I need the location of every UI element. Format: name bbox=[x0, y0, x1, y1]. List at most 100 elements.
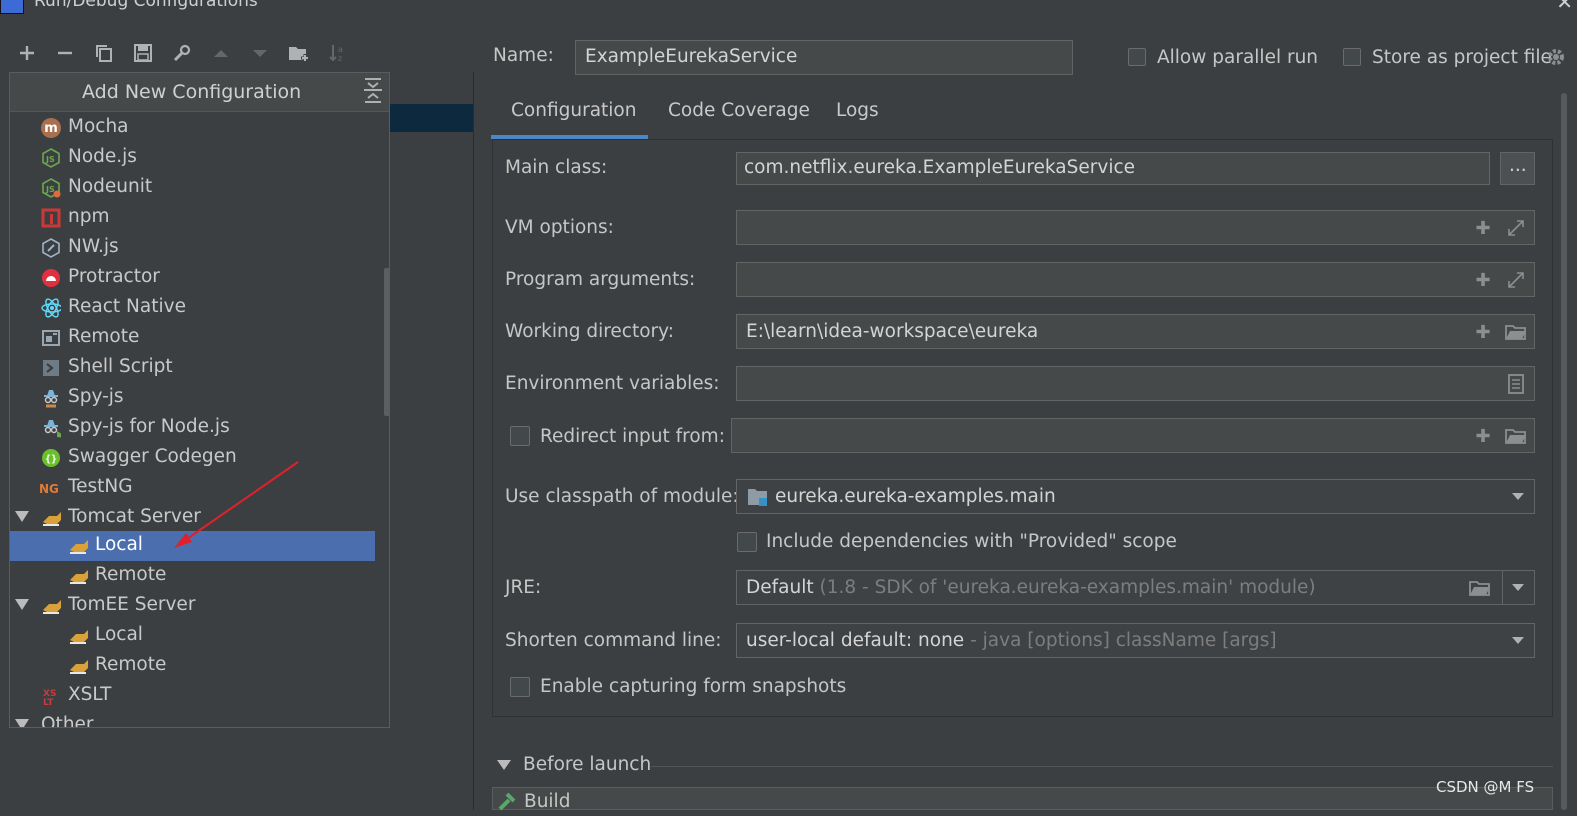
jre-value-text: Default (1.8 - SDK of 'eureka.eureka-exa… bbox=[746, 577, 1316, 598]
name-label: Name: bbox=[493, 45, 554, 66]
shell-script-icon bbox=[41, 358, 61, 378]
before-launch-task-list[interactable]: Build bbox=[492, 787, 1553, 812]
browse-button-label: ... bbox=[1509, 155, 1527, 176]
tab-configuration[interactable]: Configuration bbox=[511, 100, 636, 138]
remote-icon bbox=[41, 328, 61, 348]
chevron-down-icon[interactable] bbox=[1512, 584, 1524, 591]
app-icon bbox=[0, 0, 24, 14]
pane-divider[interactable] bbox=[473, 72, 474, 810]
jre-select[interactable]: Default (1.8 - SDK of 'eureka.eureka-exa… bbox=[736, 570, 1535, 605]
main-class-field[interactable]: com.netflix.eureka.ExampleEurekaService bbox=[736, 152, 1490, 185]
right-scrollbar[interactable] bbox=[1561, 93, 1567, 810]
redirect-input-label: Redirect input from: bbox=[540, 426, 725, 447]
sort-icon[interactable]: az bbox=[325, 40, 351, 66]
redirect-input-checkbox[interactable] bbox=[510, 426, 530, 446]
folder-icon[interactable] bbox=[1505, 321, 1527, 343]
spyjs-icon bbox=[41, 388, 61, 408]
item-label: Mocha bbox=[68, 116, 129, 137]
config-type-mocha[interactable]: m Mocha bbox=[10, 113, 375, 143]
config-type-react-native[interactable]: React Native bbox=[10, 293, 375, 323]
build-task-label: Build bbox=[524, 791, 571, 812]
allow-parallel-checkbox[interactable] bbox=[1128, 48, 1146, 66]
config-type-testng[interactable]: NG TestNG bbox=[10, 473, 375, 503]
before-launch-expand-icon[interactable] bbox=[497, 760, 511, 770]
item-label: TestNG bbox=[68, 476, 133, 497]
config-type-tomee-local[interactable]: Local bbox=[10, 621, 375, 651]
document-icon[interactable] bbox=[1505, 373, 1527, 395]
store-project-file-checkbox[interactable] bbox=[1343, 48, 1361, 66]
nodeunit-icon: JS bbox=[41, 178, 61, 198]
before-launch-label: Before launch bbox=[523, 754, 652, 775]
react-icon bbox=[41, 298, 61, 318]
main-class-value: com.netflix.eureka.ExampleEurekaService bbox=[744, 157, 1136, 178]
program-arguments-field[interactable]: ✚ bbox=[736, 262, 1535, 297]
config-type-other[interactable]: Other bbox=[10, 711, 375, 727]
working-directory-label: Working directory: bbox=[505, 321, 674, 342]
name-field[interactable]: ExampleEurekaService bbox=[575, 40, 1073, 75]
add-icon[interactable]: ✚ bbox=[1472, 425, 1494, 447]
classpath-module-select[interactable]: eureka.eureka-examples.main bbox=[736, 479, 1535, 514]
environment-variables-field[interactable] bbox=[736, 366, 1535, 401]
include-dependencies-checkbox[interactable] bbox=[737, 532, 757, 552]
classpath-module-value: eureka.eureka-examples.main bbox=[775, 486, 1056, 507]
shorten-command-line-select[interactable]: user-local default: none - java [options… bbox=[736, 623, 1535, 658]
move-up-icon[interactable] bbox=[208, 40, 234, 66]
main-class-browse-button[interactable]: ... bbox=[1500, 152, 1535, 185]
move-down-icon[interactable] bbox=[247, 40, 273, 66]
config-type-tomee-remote[interactable]: Remote bbox=[10, 651, 375, 681]
working-directory-value: E:\learn\idea-workspace\eureka bbox=[746, 321, 1039, 342]
tab-logs[interactable]: Logs bbox=[836, 100, 879, 138]
config-type-spyjs[interactable]: Spy-js bbox=[10, 383, 375, 413]
config-type-xslt[interactable]: XS LT XSLT bbox=[10, 681, 375, 711]
folder-icon[interactable] bbox=[1469, 577, 1491, 599]
chevron-down-icon bbox=[1512, 493, 1524, 500]
gear-icon[interactable] bbox=[1545, 46, 1565, 68]
config-type-shell-script[interactable]: Shell Script bbox=[10, 353, 375, 383]
spyjs-node-icon bbox=[41, 418, 61, 438]
xslt-icon: XS LT bbox=[41, 686, 61, 706]
config-type-spyjs-node[interactable]: Spy-js for Node.js bbox=[10, 413, 375, 443]
expand-arrow-icon[interactable] bbox=[15, 719, 29, 727]
close-icon[interactable]: ✕ bbox=[1556, 0, 1573, 14]
working-directory-field[interactable]: E:\learn\idea-workspace\eureka ✚ bbox=[736, 314, 1535, 349]
config-type-nodejs[interactable]: JS Node.js bbox=[10, 143, 375, 173]
item-label: Nodeunit bbox=[68, 176, 153, 197]
expand-icon[interactable] bbox=[1505, 217, 1527, 239]
config-type-nodeunit[interactable]: JS Nodeunit bbox=[10, 173, 375, 203]
expand-arrow-icon[interactable] bbox=[15, 599, 29, 610]
svg-text:NG: NG bbox=[39, 482, 59, 496]
config-type-npm[interactable]: npm bbox=[10, 203, 375, 233]
expand-arrow-icon[interactable] bbox=[15, 511, 29, 522]
remove-icon[interactable] bbox=[52, 40, 78, 66]
add-icon[interactable]: ✚ bbox=[1472, 217, 1494, 239]
item-label: Local bbox=[95, 624, 143, 645]
include-dependencies-label: Include dependencies with "Provided" sco… bbox=[766, 531, 1177, 552]
save-icon[interactable] bbox=[130, 40, 156, 66]
config-type-tomcat-server[interactable]: Tomcat Server bbox=[10, 503, 375, 533]
config-type-tomcat-local[interactable]: Local bbox=[10, 531, 375, 561]
config-type-tomcat-remote[interactable]: Remote bbox=[10, 561, 375, 591]
popup-scrollbar[interactable] bbox=[384, 268, 389, 416]
wrench-icon[interactable] bbox=[169, 40, 195, 66]
config-type-protractor[interactable]: Protractor bbox=[10, 263, 375, 293]
store-project-file-label: Store as project file bbox=[1372, 47, 1552, 68]
config-type-nwjs[interactable]: NW.js bbox=[10, 233, 375, 263]
copy-icon[interactable] bbox=[91, 40, 117, 66]
expand-icon[interactable] bbox=[1505, 269, 1527, 291]
redirect-input-field[interactable]: ✚ bbox=[731, 418, 1535, 453]
tab-code-coverage[interactable]: Code Coverage bbox=[668, 100, 810, 138]
config-type-swagger[interactable]: {} Swagger Codegen bbox=[10, 443, 375, 473]
item-label: Node.js bbox=[68, 146, 137, 167]
capture-snapshots-checkbox[interactable] bbox=[510, 677, 530, 697]
add-icon[interactable]: ✚ bbox=[1472, 321, 1494, 343]
folder-icon[interactable] bbox=[1505, 425, 1527, 447]
add-icon[interactable]: ✚ bbox=[1472, 269, 1494, 291]
add-icon[interactable] bbox=[14, 40, 40, 66]
config-type-tomee-server[interactable]: TomEE Server bbox=[10, 591, 375, 621]
popup-title: Add New Configuration bbox=[82, 81, 302, 103]
shorten-value-text: user-local default: none - java [options… bbox=[746, 630, 1277, 651]
collapse-all-icon[interactable] bbox=[362, 77, 384, 105]
new-folder-icon[interactable] bbox=[286, 40, 312, 66]
vm-options-field[interactable]: ✚ bbox=[736, 210, 1535, 245]
config-type-remote[interactable]: Remote bbox=[10, 323, 375, 353]
